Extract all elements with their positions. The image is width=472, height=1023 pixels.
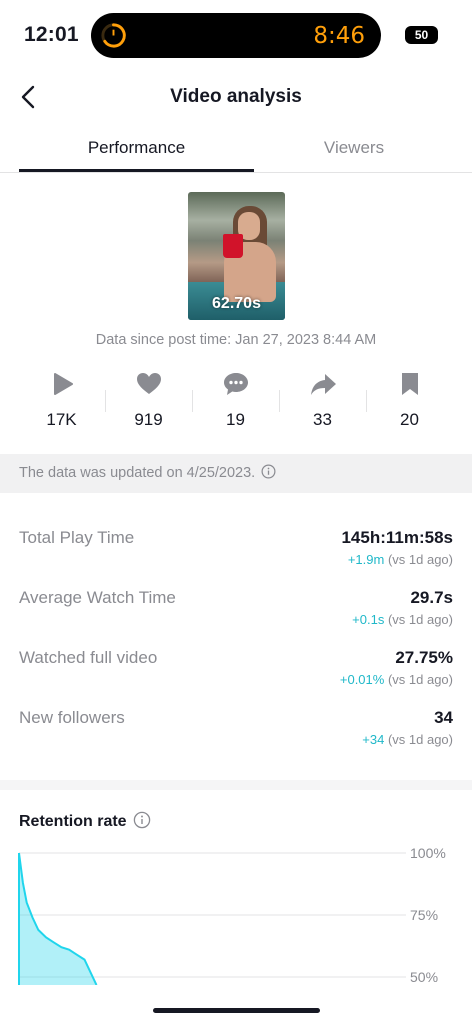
home-indicator[interactable] [153,1008,320,1013]
stat-views: 17K [18,366,105,436]
stat-saves: 20 [366,366,453,436]
metric-value: 34 [434,708,453,727]
metric-total-play-time: Total Play Time 145h:11m:58s +1.9m (vs 1… [19,528,453,578]
metric-compare: (vs 1d ago) [387,552,453,567]
metric-new-followers: New followers 34 +34 (vs 1d ago) [19,708,453,758]
page-title: Video analysis [170,86,302,107]
video-duration: 62.70s [212,295,261,312]
stat-shares: 33 [279,366,366,436]
info-icon[interactable] [133,811,151,829]
status-bar: 12:01 8:46 50 [0,0,472,70]
timer-text: 8:46 [313,23,365,49]
y-tick-label: 100% [410,845,446,861]
video-thumbnail[interactable]: 62.70s [188,192,285,320]
share-icon [310,374,336,395]
retention-title: Retention rate [19,813,127,830]
retention-header: Retention rate [19,811,151,831]
comment-icon [223,373,248,395]
update-banner: The data was updated on 4/25/2023. [0,454,472,493]
tab-bar: Performance Viewers [0,126,472,173]
data-since-text: Data since post time: Jan 27, 2023 8:44 … [95,332,377,348]
clock: 12:01 [24,23,79,46]
metric-label: Total Play Time [19,528,135,547]
retention-chart: 100% 75% 50% [18,845,446,985]
update-notice: The data was updated on 4/25/2023. [19,464,276,481]
y-tick-label: 50% [410,969,438,985]
metric-delta: +34 [362,732,385,747]
tab-viewers[interactable]: Viewers [236,138,472,158]
dynamic-island[interactable]: 8:46 [91,13,381,58]
bookmark-icon [401,373,418,395]
engagement-stats: 17K 919 19 33 20 [18,366,454,436]
metric-label: New followers [19,708,125,727]
battery-indicator: 50 [405,26,438,44]
metric-watched-full-video: Watched full video 27.75% +0.01% (vs 1d … [19,648,453,698]
play-icon [53,373,73,395]
metric-compare: (vs 1d ago) [387,732,453,747]
metric-average-watch-time: Average Watch Time 29.7s +0.1s (vs 1d ag… [19,588,453,638]
thumbnail-cup [223,234,243,258]
metric-value: 29.7s [410,588,453,607]
stat-shares-value: 33 [313,410,332,429]
stat-likes: 919 [105,366,192,436]
stat-comments-value: 19 [226,410,245,429]
stat-likes-value: 919 [134,410,163,429]
metric-change: +1.9m (vs 1d ago) [348,552,453,567]
stat-views-value: 17K [46,410,77,429]
stat-comments: 19 [192,366,279,436]
section-divider [0,780,472,790]
metric-compare: (vs 1d ago) [387,612,453,627]
metric-compare: (vs 1d ago) [387,672,453,687]
metric-delta: +1.9m [347,552,385,567]
active-tab-indicator [19,169,254,172]
info-icon[interactable] [261,464,276,479]
metric-label: Watched full video [19,648,158,667]
metric-value: 27.75% [395,648,453,667]
metric-change: +0.01% (vs 1d ago) [340,672,453,687]
metric-label: Average Watch Time [19,588,176,607]
metric-delta: +0.01% [339,672,385,687]
timer-icon [101,23,126,48]
metric-delta: +0.1s [352,612,385,627]
metric-change: +34 (vs 1d ago) [362,732,453,747]
retention-area [19,853,97,985]
update-notice-text: The data was updated on 4/25/2023. [19,465,256,481]
metric-value: 145h:11m:58s [341,528,453,547]
header: Video analysis [0,72,472,122]
stat-saves-value: 20 [400,410,419,429]
tab-performance[interactable]: Performance [19,138,254,158]
metric-change: +0.1s (vs 1d ago) [352,612,453,627]
heart-icon [136,373,161,394]
y-tick-label: 75% [410,907,438,923]
